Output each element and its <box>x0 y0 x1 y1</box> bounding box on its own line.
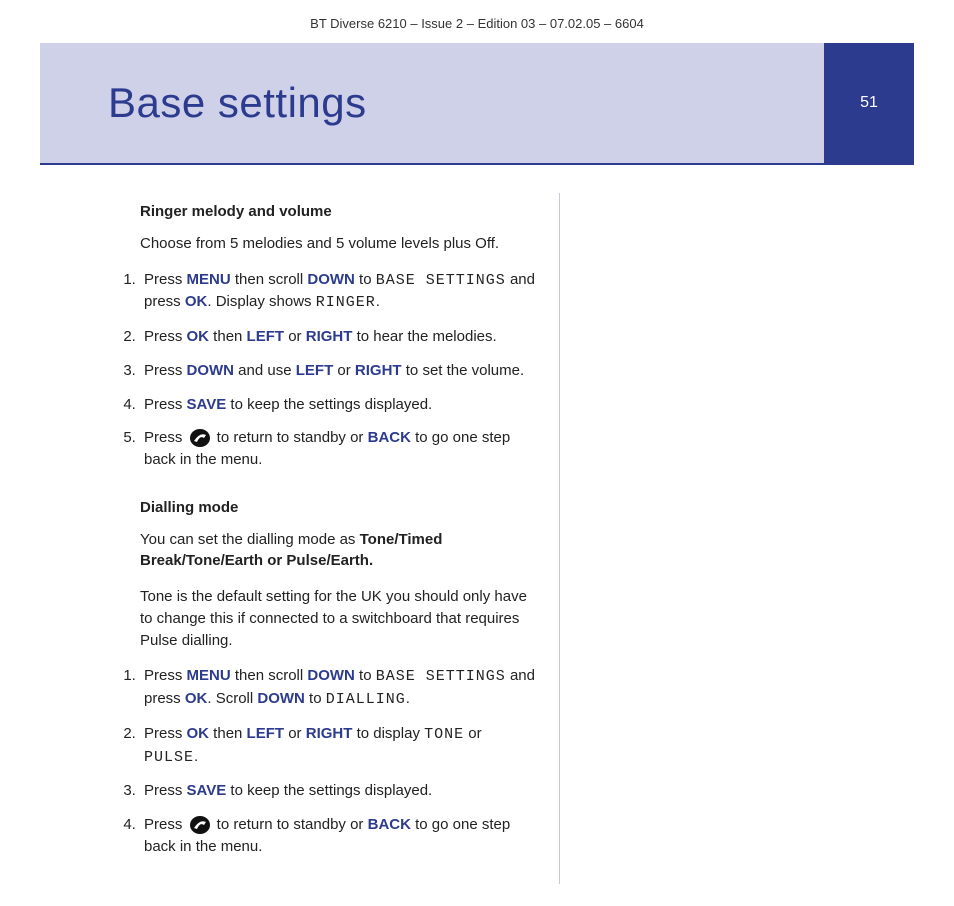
list-item: Press OK then LEFT or RIGHT to hear the … <box>140 326 535 348</box>
handset-icon <box>189 428 211 448</box>
text: and use <box>234 362 296 379</box>
text: to <box>355 667 376 684</box>
text: . <box>376 293 380 310</box>
section2-steps: Press MENU then scroll DOWN to BASE SETT… <box>100 665 535 857</box>
text: or <box>284 328 306 345</box>
list-item: Press MENU then scroll DOWN to BASE SETT… <box>140 665 535 711</box>
key-ok: OK <box>187 328 210 345</box>
key-ok: OK <box>185 690 208 707</box>
text: to keep the settings displayed. <box>226 782 432 799</box>
text: Press <box>144 396 187 413</box>
text: then scroll <box>231 667 308 684</box>
section2-intro2: Tone is the default setting for the UK y… <box>140 586 535 651</box>
list-item: Press MENU then scroll DOWN to BASE SETT… <box>140 269 535 315</box>
section1-intro: Choose from 5 melodies and 5 volume leve… <box>140 233 535 255</box>
key-left: LEFT <box>247 328 285 345</box>
text: to <box>305 690 326 707</box>
text: You can set the dialling mode as <box>140 531 360 548</box>
key-down: DOWN <box>187 362 235 379</box>
text: Press <box>144 328 187 345</box>
text: Press <box>144 429 187 446</box>
key-down: DOWN <box>307 271 355 288</box>
document-meta: BT Diverse 6210 – Issue 2 – Edition 03 –… <box>0 0 954 43</box>
text: . Display shows <box>207 293 315 310</box>
key-back: BACK <box>368 816 411 833</box>
text: Press <box>144 725 187 742</box>
text: to set the volume. <box>402 362 525 379</box>
text: Press <box>144 362 187 379</box>
handset-icon <box>189 815 211 835</box>
text: to display <box>352 725 424 742</box>
text: then scroll <box>231 271 308 288</box>
text: . Scroll <box>207 690 257 707</box>
content-area: Ringer melody and volume Choose from 5 m… <box>0 165 954 884</box>
key-back: BACK <box>368 429 411 446</box>
text: to keep the settings displayed. <box>226 396 432 413</box>
section1-heading: Ringer melody and volume <box>140 201 535 223</box>
text: or <box>464 725 482 742</box>
section2-intro: You can set the dialling mode as Tone/Ti… <box>140 529 535 573</box>
list-item: Press SAVE to keep the settings displaye… <box>140 394 535 416</box>
text: Press <box>144 816 187 833</box>
key-left: LEFT <box>296 362 334 379</box>
text: to hear the melodies. <box>352 328 496 345</box>
section2-heading: Dialling mode <box>140 497 535 519</box>
key-ok: OK <box>185 293 208 310</box>
list-item: Press to return to standby or BACK to go… <box>140 427 535 471</box>
key-right: RIGHT <box>355 362 402 379</box>
text: . <box>406 690 410 707</box>
text: to <box>355 271 376 288</box>
key-down: DOWN <box>257 690 305 707</box>
page-number: 51 <box>860 94 878 112</box>
lcd-text: BASE SETTINGS <box>376 668 506 685</box>
text: then <box>209 725 247 742</box>
text: to return to standby or <box>213 429 368 446</box>
key-save: SAVE <box>187 782 227 799</box>
list-item: Press DOWN and use LEFT or RIGHT to set … <box>140 360 535 382</box>
list-item: Press OK then LEFT or RIGHT to display T… <box>140 723 535 769</box>
key-down: DOWN <box>307 667 355 684</box>
right-column <box>560 193 914 884</box>
manual-page: BT Diverse 6210 – Issue 2 – Edition 03 –… <box>0 0 954 906</box>
page-number-box: 51 <box>824 43 914 163</box>
left-column: Ringer melody and volume Choose from 5 m… <box>40 193 560 884</box>
section1-steps: Press MENU then scroll DOWN to BASE SETT… <box>100 269 535 471</box>
text: or <box>333 362 355 379</box>
text: . <box>194 748 198 765</box>
text: Press <box>144 667 187 684</box>
key-ok: OK <box>187 725 210 742</box>
key-save: SAVE <box>187 396 227 413</box>
text: then <box>209 328 247 345</box>
text: or <box>284 725 306 742</box>
banner-left: Base settings <box>40 43 824 163</box>
lcd-text: TONE <box>424 726 464 743</box>
key-menu: MENU <box>187 667 231 684</box>
key-left: LEFT <box>247 725 285 742</box>
text: to return to standby or <box>213 816 368 833</box>
lcd-text: PULSE <box>144 749 194 766</box>
list-item: Press to return to standby or BACK to go… <box>140 814 535 858</box>
key-menu: MENU <box>187 271 231 288</box>
lcd-text: BASE SETTINGS <box>376 272 506 289</box>
lcd-text: RINGER <box>316 294 376 311</box>
page-title: Base settings <box>108 79 367 127</box>
text: Press <box>144 271 187 288</box>
title-banner: Base settings 51 <box>40 43 914 165</box>
lcd-text: DIALLING <box>326 691 406 708</box>
key-right: RIGHT <box>306 725 353 742</box>
key-right: RIGHT <box>306 328 353 345</box>
text: Press <box>144 782 187 799</box>
list-item: Press SAVE to keep the settings displaye… <box>140 780 535 802</box>
